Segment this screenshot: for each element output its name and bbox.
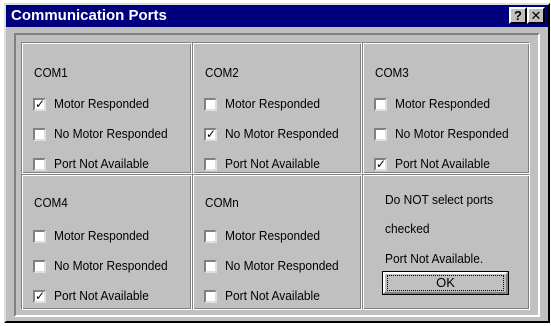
help-button[interactable]: ? [509,7,527,24]
port-name: COM3 [375,65,409,80]
port-name: COM2 [205,65,239,80]
checkbox-box[interactable] [204,158,217,171]
checkbox-box[interactable]: ✓ [33,98,46,111]
close-button[interactable]: ✕ [527,7,545,24]
option-label: Port Not Available [225,288,320,303]
help-icon: ? [514,8,522,23]
option-label: Motor Responded [225,228,321,243]
option-label: Motor Responded [395,96,491,111]
option-label: No Motor Responded [54,258,168,273]
option-label: No Motor Responded [225,126,339,141]
option-label: Motor Responded [225,96,321,111]
checkbox-box[interactable] [204,260,217,273]
note-line: Do NOT select ports [385,192,494,207]
check-icon: ✓ [206,127,217,141]
close-icon: ✕ [530,8,542,23]
checkbox-box[interactable] [204,98,217,111]
title-bar[interactable]: Communication Ports ? ✕ [6,5,548,27]
checkbox-box[interactable] [374,98,387,111]
checkbox-box[interactable] [33,260,46,273]
ok-button-label: OK [436,275,455,290]
window-title: Communication Ports [11,7,167,24]
com4-group: COM4 Motor Responded No Motor Responded … [21,174,192,310]
check-icon: ✓ [35,289,46,303]
dialog-body: COM1 ✓ Motor Responded No Motor Responde… [14,33,540,317]
option-label: No Motor Responded [54,126,168,141]
note-line: checked [385,221,430,236]
communication-ports-dialog: Communication Ports ? ✕ COM1 ✓ Motor Res… [4,3,550,323]
checkbox-box[interactable] [33,230,46,243]
check-icon: ✓ [35,97,46,111]
com3-group: COM3 Motor Responded No Motor Responded … [362,42,530,174]
option-label: No Motor Responded [395,126,509,141]
checkbox-box[interactable]: ✓ [33,290,46,303]
option-label: Motor Responded [54,228,150,243]
note-line: Port Not Available. [385,251,484,266]
option-label: Motor Responded [54,96,150,111]
checkbox-box[interactable] [33,158,46,171]
note-panel: Do NOT select ports checked Port Not Ava… [362,174,530,310]
option-label: Port Not Available [54,288,149,303]
checkbox-box[interactable] [33,128,46,141]
option-label: Port Not Available [395,156,490,171]
check-icon: ✓ [376,157,387,171]
checkbox-box[interactable] [374,128,387,141]
option-label: Port Not Available [225,156,320,171]
port-name: COM4 [34,195,68,210]
com1-group: COM1 ✓ Motor Responded No Motor Responde… [21,42,192,174]
port-name: COM1 [34,65,68,80]
comn-group: COMn Motor Responded No Motor Responded … [192,174,362,310]
checkbox-box[interactable] [204,290,217,303]
port-name: COMn [205,195,239,210]
ok-button[interactable]: OK [382,271,509,295]
option-label: Port Not Available [54,156,149,171]
checkbox-box[interactable]: ✓ [204,128,217,141]
com2-group: COM2 Motor Responded ✓ No Motor Responde… [192,42,362,174]
checkbox-box[interactable]: ✓ [374,158,387,171]
option-label: No Motor Responded [225,258,339,273]
checkbox-box[interactable] [204,230,217,243]
